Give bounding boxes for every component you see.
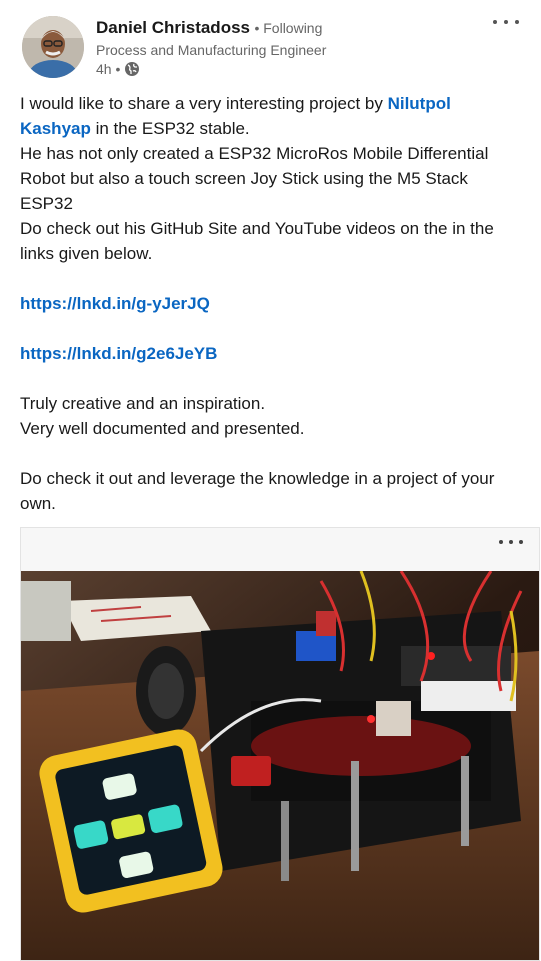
post-meta: 4h • bbox=[96, 61, 140, 77]
media-topbar bbox=[21, 528, 539, 571]
paragraph-praise-2: Very well documented and presented. bbox=[20, 419, 305, 438]
paragraph-description: He has not only created a ESP32 MicroRos… bbox=[20, 144, 489, 213]
avatar[interactable] bbox=[22, 16, 84, 78]
post-body: I would like to share a very interesting… bbox=[20, 91, 525, 516]
paragraph-intro: I would like to share a very interesting… bbox=[20, 94, 451, 138]
author-row: Daniel Christadoss • Following bbox=[96, 18, 322, 38]
follow-status: • Following bbox=[254, 20, 323, 36]
paragraph-links-intro: Do check out his GitHub Site and YouTube… bbox=[20, 219, 494, 263]
author-name[interactable]: Daniel Christadoss bbox=[96, 18, 250, 37]
more-options-icon[interactable] bbox=[499, 536, 523, 548]
globe-icon bbox=[124, 61, 140, 77]
external-link-2[interactable]: https://lnkd.in/g2e6JeYB bbox=[20, 344, 217, 363]
media-card[interactable] bbox=[20, 527, 540, 961]
more-options-icon[interactable] bbox=[493, 12, 519, 32]
paragraph-closing: Do check it out and leverage the knowled… bbox=[20, 469, 495, 513]
author-headline: Process and Manufacturing Engineer bbox=[96, 42, 327, 58]
external-link-1[interactable]: https://lnkd.in/g-yJerJQ bbox=[20, 294, 210, 313]
post-time: 4h • bbox=[96, 61, 121, 77]
robot-photo[interactable] bbox=[21, 571, 539, 960]
paragraph-praise-1: Truly creative and an inspiration. bbox=[20, 394, 266, 413]
post-header: Daniel Christadoss • Following Process a… bbox=[0, 0, 541, 90]
